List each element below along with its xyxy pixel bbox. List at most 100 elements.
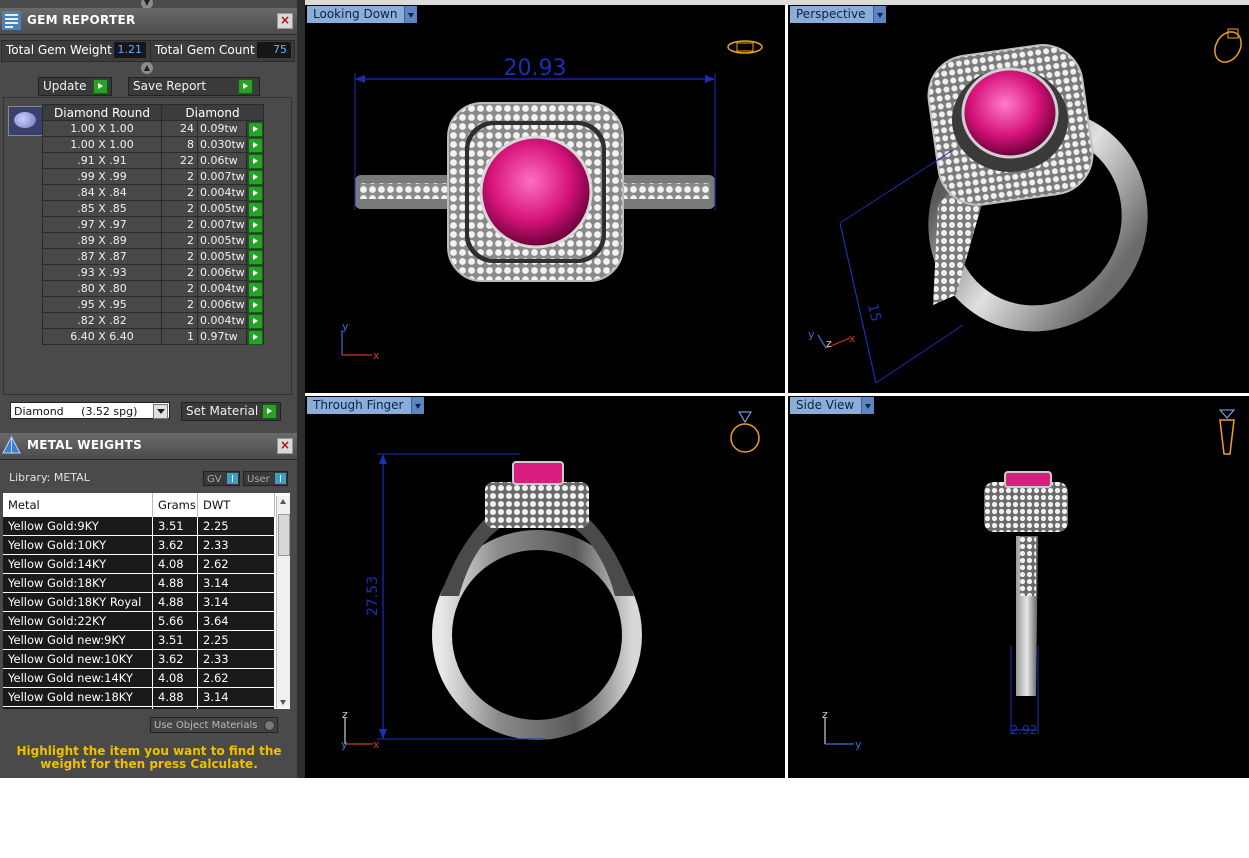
metal-dwt-cell: 2.25 <box>197 517 275 536</box>
viewport-through-finger-tab[interactable]: Through Finger <box>307 397 424 414</box>
gem-row-select-button[interactable] <box>246 264 264 281</box>
viewport-menu-arrow-icon[interactable] <box>410 397 424 414</box>
gem-row-select-button[interactable] <box>246 280 264 297</box>
viewport-looking-down[interactable]: 20.93 y x Looking Down <box>305 5 785 393</box>
gem-row-select-button[interactable] <box>246 136 264 153</box>
gem-row[interactable]: .95 X .95 2 0.006tw <box>42 296 264 313</box>
gem-row[interactable]: 1.00 X 1.00 24 0.09tw <box>42 120 264 137</box>
gem-row[interactable]: .93 X .93 2 0.006tw <box>42 264 264 281</box>
metal-dwt-cell: 3.14 <box>197 706 275 709</box>
material-select[interactable]: Diamond (3.52 spg) <box>10 402 170 419</box>
axis-x-label-persp: x <box>849 332 856 345</box>
sidebar-divider[interactable] <box>297 0 305 778</box>
metal-row[interactable]: Yellow Gold new:14KY 4.08 2.62 <box>3 668 275 688</box>
viewport-through-finger[interactable]: 27.53 z y x Through Finger <box>305 396 785 778</box>
viewport-perspective[interactable]: 15 y z x Perspective <box>788 5 1249 393</box>
metal-grams-cell: 3.51 <box>152 630 198 650</box>
metal-row[interactable]: Yellow Gold:14KY 4.08 2.62 <box>3 554 275 574</box>
metal-col-metal[interactable]: Metal <box>3 493 153 517</box>
ring-front-icon[interactable] <box>730 411 760 453</box>
ring-top-view-icon[interactable] <box>727 40 763 54</box>
viewport-side-view-tab[interactable]: Side View <box>790 397 875 414</box>
ring-perspective-icon[interactable] <box>1210 27 1247 67</box>
gem-row[interactable]: .89 X .89 2 0.005tw <box>42 232 264 249</box>
axis-y-label-front: y <box>341 738 348 751</box>
metal-row[interactable]: Yellow Gold new:18KY...4.883.14 <box>3 706 275 709</box>
gem-reporter-close-button[interactable]: × <box>277 13 293 29</box>
metal-weights-close-button[interactable]: × <box>277 438 293 454</box>
update-button-label: Update <box>43 79 87 93</box>
metal-col-dwt[interactable]: DWT <box>197 493 275 517</box>
gem-row[interactable]: .85 X .85 2 0.005tw <box>42 200 264 217</box>
total-gem-count: Total Gem Count 75 <box>150 40 295 62</box>
metal-row[interactable]: Yellow Gold:10KY 3.62 2.33 <box>3 535 275 555</box>
play-arrow-icon <box>248 330 263 345</box>
metal-col-grams[interactable]: Grams <box>152 493 198 517</box>
scroll-thumb[interactable] <box>278 514 290 556</box>
gem-row[interactable]: 1.00 X 1.00 8 0.030tw <box>42 136 264 153</box>
gem-row[interactable]: .91 X .91 22 0.06tw <box>42 152 264 169</box>
viewport-looking-down-label: Looking Down <box>313 7 398 21</box>
user-toggle[interactable]: User <box>243 471 288 486</box>
use-object-materials-toggle[interactable]: Use Object Materials <box>150 717 278 733</box>
gem-row-select-button[interactable] <box>246 216 264 233</box>
gem-reporter-header: GEM REPORTER × <box>0 8 297 35</box>
scroll-up-icon[interactable] <box>280 499 286 504</box>
gv-toggle-label: GV <box>207 474 222 485</box>
metal-row[interactable]: Yellow Gold new:18KY 4.88 3.14 <box>3 687 275 707</box>
metal-dwt-cell: 2.25 <box>197 630 275 650</box>
gem-row-select-button[interactable] <box>246 248 264 265</box>
gem-row[interactable]: 6.40 X 6.40 1 0.97tw <box>42 328 264 345</box>
metal-row[interactable]: Yellow Gold:18KY Royal 4.88 3.14 <box>3 592 275 612</box>
gem-row-select-button[interactable] <box>246 152 264 169</box>
viewport-menu-arrow-icon[interactable] <box>861 397 875 414</box>
metal-grams-cell: 4.88 <box>152 592 198 612</box>
set-material-button[interactable]: Set Material <box>181 402 281 421</box>
viewport-menu-arrow-icon[interactable] <box>404 6 418 23</box>
ring-side-icon[interactable] <box>1218 409 1236 455</box>
diamond-round-thumbnail[interactable] <box>8 106 44 136</box>
gem-row[interactable]: .97 X .97 2 0.007tw <box>42 216 264 233</box>
gem-row-select-button[interactable] <box>246 296 264 313</box>
gem-row-select-button[interactable] <box>246 184 264 201</box>
gem-row[interactable]: .99 X .99 2 0.007tw <box>42 168 264 185</box>
gv-toggle[interactable]: GV <box>203 471 240 486</box>
collapse-handle-mid[interactable]: ▲ <box>141 62 153 74</box>
metal-row[interactable]: Yellow Gold:22KY 5.66 3.64 <box>3 611 275 631</box>
axis-gizmo-perspective: y z x <box>808 328 856 350</box>
gem-row[interactable]: .84 X .84 2 0.004tw <box>42 184 264 201</box>
update-go-icon <box>93 79 108 94</box>
total-gem-count-value: 75 <box>257 42 291 58</box>
metal-row[interactable]: Yellow Gold new:10KY 3.62 2.33 <box>3 649 275 669</box>
metal-name-cell: Yellow Gold:18KY Royal <box>3 592 153 612</box>
gem-row-select-button[interactable] <box>246 312 264 329</box>
gv-indicator-icon <box>227 473 238 484</box>
metal-table-scrollbar[interactable] <box>276 496 290 708</box>
gem-row-select-button[interactable] <box>246 232 264 249</box>
gem-reporter-icon <box>2 11 21 30</box>
gem-row-select-button[interactable] <box>246 168 264 185</box>
viewport-side-view[interactable]: 2.92 z y Side View <box>788 396 1249 778</box>
gem-row[interactable]: .82 X .82 2 0.004tw <box>42 312 264 329</box>
metal-row[interactable]: Yellow Gold:9KY 3.51 2.25 <box>3 517 275 536</box>
axis-x-label: x <box>373 349 380 362</box>
gem-weight-cell: 0.006tw <box>197 264 247 281</box>
gem-count-cell: 24 <box>161 120 198 137</box>
metal-row[interactable]: Yellow Gold new:9KY 3.51 2.25 <box>3 630 275 650</box>
gem-row-select-button[interactable] <box>246 328 264 345</box>
scroll-down-icon[interactable] <box>280 700 286 705</box>
metal-row[interactable]: Yellow Gold:18KY 4.88 3.14 <box>3 573 275 593</box>
save-report-button[interactable]: Save Report <box>128 77 260 96</box>
metal-grams-cell: 4.88 <box>152 706 198 709</box>
viewport-menu-arrow-icon[interactable] <box>872 6 886 23</box>
gem-row[interactable]: .80 X .80 2 0.004tw <box>42 280 264 297</box>
update-button[interactable]: Update <box>38 77 112 96</box>
toggle-knob-icon <box>264 720 275 731</box>
gem-row[interactable]: .87 X .87 2 0.005tw <box>42 248 264 265</box>
axis-gizmo-front: z y x <box>341 708 380 751</box>
viewport-looking-down-tab[interactable]: Looking Down <box>307 6 418 23</box>
viewport-perspective-tab[interactable]: Perspective <box>790 6 886 23</box>
gem-row-select-button[interactable] <box>246 200 264 217</box>
gem-row-select-button[interactable] <box>246 120 264 137</box>
metal-weights-header: METAL WEIGHTS × <box>0 433 297 460</box>
